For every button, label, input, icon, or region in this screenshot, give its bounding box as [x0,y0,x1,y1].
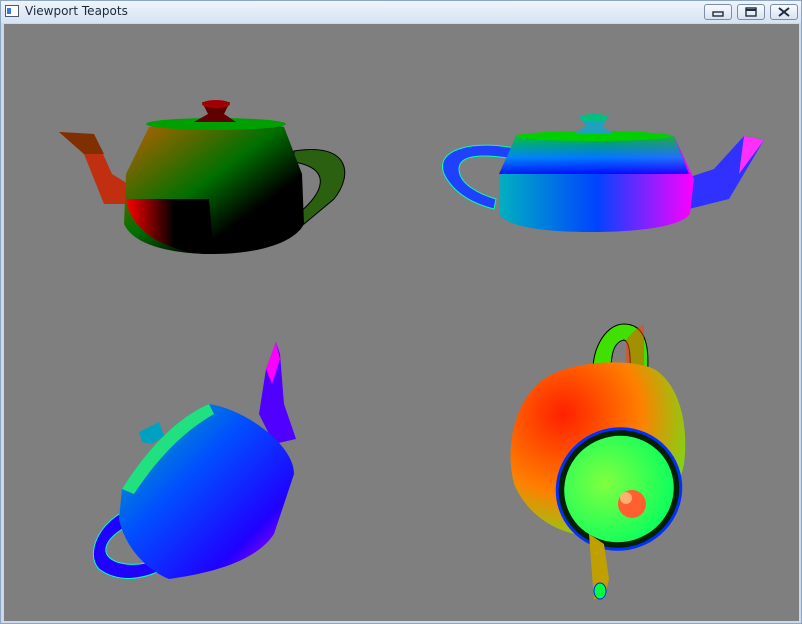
viewport-canvas[interactable] [4,24,799,621]
close-icon [778,7,790,17]
minimize-button[interactable] [704,4,732,20]
restore-button[interactable] [737,4,765,20]
window-title: Viewport Teapots [25,4,128,18]
application-window-icon[interactable] [5,5,19,17]
teapot-top-view [510,323,686,600]
teapot-tilted-view [92,342,296,579]
render-viewport[interactable] [4,24,799,621]
teapot-back-view [441,114,764,232]
restore-icon [745,7,757,17]
application-window: Viewport Teapots [0,0,802,624]
teapot-front-view [59,100,346,254]
title-bar[interactable]: Viewport Teapots [1,1,801,23]
minimize-icon [712,11,724,17]
close-button[interactable] [770,4,798,20]
